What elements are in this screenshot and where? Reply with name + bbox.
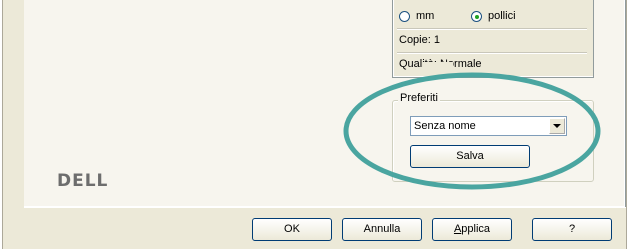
apply-button[interactable]: Applica <box>432 218 512 241</box>
cancel-button[interactable]: Annulla <box>342 218 422 241</box>
favorites-group <box>392 100 594 182</box>
favorites-select[interactable]: Senza nome <box>410 116 567 136</box>
copies-text: Copie: 1 <box>399 34 440 46</box>
summary-divider <box>397 52 587 54</box>
dell-logo: DELL <box>57 171 109 191</box>
summary-divider <box>397 28 587 30</box>
help-button[interactable]: ? <box>532 218 612 241</box>
unit-inch-label: pollici <box>488 10 516 22</box>
chevron-down-icon[interactable] <box>549 118 565 134</box>
save-favorite-button[interactable]: Salva <box>410 145 530 168</box>
unit-inch-radio[interactable] <box>471 10 482 22</box>
panel-separator <box>24 207 626 208</box>
quality-text-overlap <box>423 62 453 68</box>
favorites-select-value: Senza nome <box>414 120 476 132</box>
unit-mm-option[interactable]: mm <box>399 10 434 22</box>
window-left-border <box>0 0 3 249</box>
unit-mm-radio[interactable] <box>399 10 410 22</box>
print-properties-dialog: mm pollici Copie: 1 Qualità: Normale Pre… <box>0 0 629 249</box>
unit-inch-option[interactable]: pollici <box>471 10 516 22</box>
unit-mm-label: mm <box>416 10 435 22</box>
ok-button[interactable]: OK <box>252 218 332 241</box>
settings-summary-box: mm pollici Copie: 1 Qualità: Normale <box>392 0 594 78</box>
favorites-group-label: Preferiti <box>398 92 440 104</box>
